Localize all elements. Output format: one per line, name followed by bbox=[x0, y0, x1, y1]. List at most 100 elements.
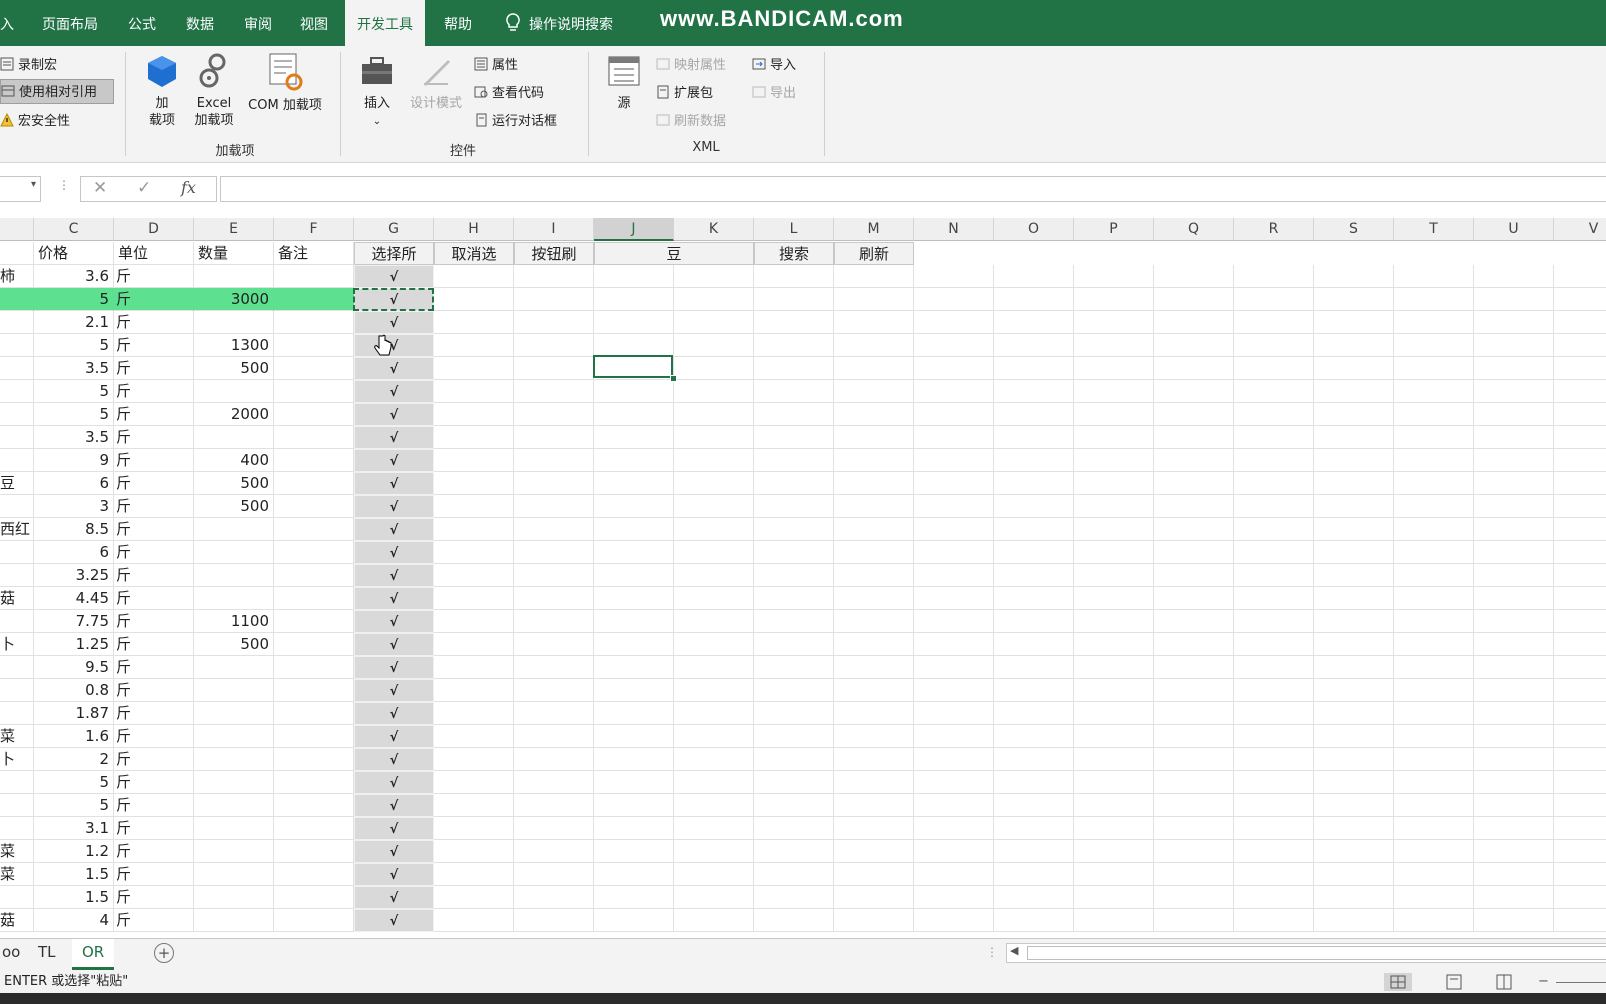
empty-cell[interactable] bbox=[514, 794, 594, 817]
empty-cell[interactable] bbox=[1154, 610, 1234, 633]
empty-cell[interactable] bbox=[754, 633, 834, 656]
empty-cell[interactable] bbox=[994, 334, 1074, 357]
note-cell[interactable] bbox=[274, 748, 354, 771]
empty-cell[interactable] bbox=[1234, 518, 1314, 541]
empty-cell[interactable] bbox=[754, 725, 834, 748]
price-cell[interactable]: 1.5 bbox=[34, 863, 114, 886]
select-checkbox-cell[interactable]: √ bbox=[354, 357, 434, 380]
empty-cell[interactable] bbox=[1074, 817, 1154, 840]
empty-cell[interactable] bbox=[1314, 633, 1394, 656]
tab-insert[interactable]: 入 bbox=[0, 0, 14, 46]
empty-cell[interactable] bbox=[1554, 587, 1606, 610]
quantity-cell[interactable]: 1300 bbox=[194, 334, 274, 357]
column-header-l[interactable]: L bbox=[754, 218, 834, 241]
empty-cell[interactable] bbox=[1234, 357, 1314, 380]
empty-cell[interactable] bbox=[754, 817, 834, 840]
unit-cell[interactable]: 斤 bbox=[114, 564, 194, 587]
unit-cell[interactable]: 斤 bbox=[114, 334, 194, 357]
empty-cell[interactable] bbox=[1314, 541, 1394, 564]
unit-cell[interactable]: 斤 bbox=[114, 357, 194, 380]
empty-cell[interactable] bbox=[514, 679, 594, 702]
enter-icon[interactable]: ✓ bbox=[137, 178, 151, 198]
quantity-cell[interactable] bbox=[194, 817, 274, 840]
empty-cell[interactable] bbox=[914, 909, 994, 932]
empty-cell[interactable] bbox=[1554, 886, 1606, 909]
empty-cell[interactable] bbox=[1474, 679, 1554, 702]
empty-cell[interactable] bbox=[674, 334, 754, 357]
empty-cell[interactable] bbox=[1074, 748, 1154, 771]
note-cell[interactable] bbox=[274, 357, 354, 380]
scroll-grip-icon[interactable]: ⋮ bbox=[986, 945, 998, 959]
selected-cell[interactable] bbox=[593, 355, 673, 378]
empty-cell[interactable] bbox=[914, 403, 994, 426]
unit-cell[interactable]: 斤 bbox=[114, 541, 194, 564]
empty-cell[interactable] bbox=[514, 495, 594, 518]
empty-cell[interactable] bbox=[1474, 380, 1554, 403]
empty-cell[interactable] bbox=[674, 311, 754, 334]
empty-cell[interactable] bbox=[674, 288, 754, 311]
empty-cell[interactable] bbox=[1474, 771, 1554, 794]
unit-cell[interactable]: 斤 bbox=[114, 426, 194, 449]
empty-cell[interactable] bbox=[1474, 311, 1554, 334]
select-checkbox-cell[interactable]: √ bbox=[354, 311, 434, 334]
column-header-t[interactable]: T bbox=[1394, 218, 1474, 241]
empty-cell[interactable] bbox=[1394, 518, 1474, 541]
select-checkbox-cell[interactable]: √ bbox=[354, 771, 434, 794]
column-header-v[interactable]: V bbox=[1554, 218, 1606, 241]
com-addins-button[interactable]: COM 加载项 bbox=[240, 52, 330, 114]
price-cell[interactable]: 8.5 bbox=[34, 518, 114, 541]
empty-cell[interactable] bbox=[754, 886, 834, 909]
price-cell[interactable]: 5 bbox=[34, 794, 114, 817]
name-cell[interactable]: 菇 bbox=[0, 909, 34, 932]
empty-cell[interactable] bbox=[434, 725, 514, 748]
empty-cell[interactable] bbox=[594, 587, 674, 610]
unit-cell[interactable]: 斤 bbox=[114, 748, 194, 771]
price-cell[interactable]: 9.5 bbox=[34, 656, 114, 679]
unit-header[interactable]: 单位 bbox=[114, 242, 194, 265]
quantity-cell[interactable]: 2000 bbox=[194, 403, 274, 426]
select-checkbox-cell[interactable]: √ bbox=[354, 679, 434, 702]
unit-cell[interactable]: 斤 bbox=[114, 656, 194, 679]
empty-cell[interactable] bbox=[1154, 794, 1234, 817]
empty-cell[interactable] bbox=[1154, 426, 1234, 449]
quantity-cell[interactable] bbox=[194, 518, 274, 541]
empty-cell[interactable] bbox=[1074, 863, 1154, 886]
column-header-n[interactable]: N bbox=[914, 218, 994, 241]
empty-cell[interactable] bbox=[1154, 702, 1234, 725]
empty-cell[interactable] bbox=[434, 518, 514, 541]
quantity-cell[interactable] bbox=[194, 426, 274, 449]
empty-cell[interactable] bbox=[1314, 357, 1394, 380]
empty-cell[interactable] bbox=[1554, 426, 1606, 449]
empty-cell[interactable] bbox=[434, 771, 514, 794]
empty-cell[interactable] bbox=[914, 656, 994, 679]
empty-cell[interactable] bbox=[434, 472, 514, 495]
empty-cell[interactable] bbox=[914, 771, 994, 794]
empty-cell[interactable] bbox=[1394, 771, 1474, 794]
quantity-cell[interactable] bbox=[194, 380, 274, 403]
empty-cell[interactable] bbox=[1074, 886, 1154, 909]
name-cell[interactable] bbox=[0, 403, 34, 426]
empty-cell[interactable] bbox=[994, 403, 1074, 426]
name-cell[interactable] bbox=[0, 886, 34, 909]
empty-cell[interactable] bbox=[914, 725, 994, 748]
quantity-cell[interactable] bbox=[194, 840, 274, 863]
empty-cell[interactable] bbox=[1314, 771, 1394, 794]
empty-cell[interactable] bbox=[754, 472, 834, 495]
note-cell[interactable] bbox=[274, 656, 354, 679]
empty-cell[interactable] bbox=[514, 541, 594, 564]
empty-cell[interactable] bbox=[834, 403, 914, 426]
formula-input[interactable] bbox=[220, 176, 1606, 202]
empty-cell[interactable] bbox=[1154, 587, 1234, 610]
empty-cell[interactable] bbox=[1554, 495, 1606, 518]
empty-cell[interactable] bbox=[674, 495, 754, 518]
column-header[interactable] bbox=[0, 218, 34, 241]
scroll-left-icon[interactable]: ◀ bbox=[1010, 944, 1018, 957]
select-checkbox-cell[interactable]: √ bbox=[354, 817, 434, 840]
empty-cell[interactable] bbox=[1074, 840, 1154, 863]
empty-cell[interactable] bbox=[1394, 748, 1474, 771]
column-header-u[interactable]: U bbox=[1474, 218, 1554, 241]
empty-cell[interactable] bbox=[834, 656, 914, 679]
price-cell[interactable]: 5 bbox=[34, 403, 114, 426]
price-cell[interactable]: 1.2 bbox=[34, 840, 114, 863]
unit-cell[interactable]: 斤 bbox=[114, 610, 194, 633]
